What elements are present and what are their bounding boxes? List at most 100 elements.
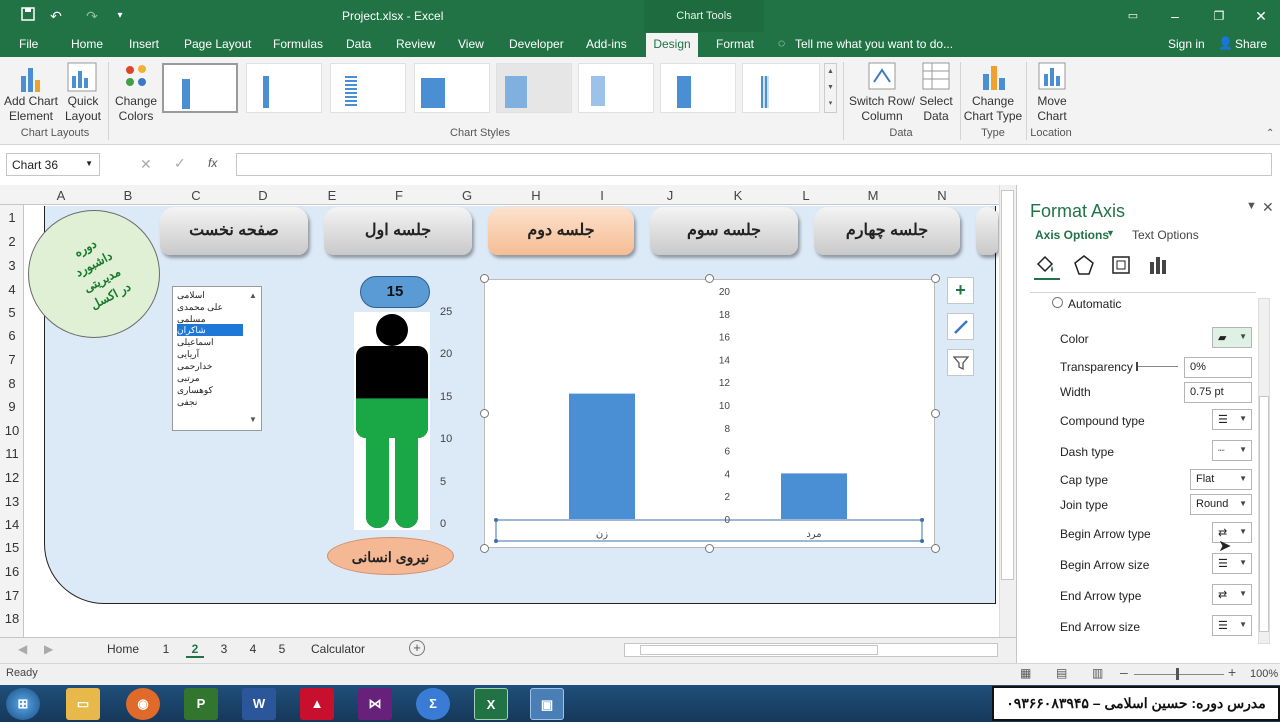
tab-formulas[interactable]: Formulas — [273, 37, 323, 51]
column-header[interactable]: G — [457, 188, 477, 203]
chart-filter-icon[interactable] — [947, 349, 974, 376]
project-icon[interactable]: P — [184, 688, 218, 720]
sheet-tab-1[interactable]: 1 — [158, 642, 174, 656]
normal-view-icon[interactable]: ▦ — [1020, 666, 1031, 680]
chart-bar[interactable] — [569, 393, 635, 519]
nav-session-2-button[interactable]: جلسه دوم — [488, 207, 634, 255]
sheet-tab-3[interactable]: 3 — [216, 642, 232, 656]
scroll-thumb[interactable] — [1001, 190, 1014, 580]
list-item[interactable]: کوهساری — [177, 384, 243, 396]
row-header[interactable]: 12 — [0, 470, 24, 485]
formula-input[interactable] — [236, 153, 1272, 176]
resize-handle[interactable] — [931, 409, 940, 418]
list-item[interactable]: آریایی — [177, 348, 243, 360]
resize-handle[interactable] — [705, 274, 714, 283]
row-header[interactable]: 3 — [0, 258, 24, 273]
list-item[interactable]: اسلامی — [177, 289, 243, 301]
change-chart-type-button[interactable]: Change Chart Type — [962, 94, 1024, 124]
chart-bar[interactable] — [781, 473, 847, 519]
cancel-icon[interactable]: ✕ — [140, 156, 152, 173]
column-header[interactable]: I — [592, 188, 612, 203]
tab-review[interactable]: Review — [396, 37, 435, 51]
ribbon-display-icon[interactable]: ▭ — [1122, 6, 1144, 26]
windows-start-icon[interactable]: ⊞ — [6, 688, 40, 720]
page-break-view-icon[interactable]: ▥ — [1092, 666, 1103, 680]
scroll-down-icon[interactable]: ▼ — [249, 415, 257, 424]
row-header[interactable]: 7 — [0, 352, 24, 367]
sheet-tab-calculator[interactable]: Calculator — [305, 642, 371, 656]
tab-home[interactable]: Home — [71, 37, 103, 51]
sheet-tab-home[interactable]: Home — [104, 642, 142, 656]
list-item[interactable]: علی محمدی — [177, 301, 243, 313]
chart-elements-button[interactable]: + — [947, 277, 974, 304]
tab-format[interactable]: Format — [716, 37, 754, 51]
sheet-tab-2[interactable]: 2 — [186, 642, 204, 658]
row-header[interactable]: 9 — [0, 399, 24, 414]
page-layout-view-icon[interactable]: ▤ — [1056, 666, 1067, 680]
axis-selection-handle[interactable] — [494, 539, 498, 543]
cap-type-value[interactable]: Flat — [1196, 473, 1214, 485]
row-header[interactable]: 10 — [0, 423, 24, 438]
column-header[interactable]: B — [118, 188, 138, 203]
transparency-input[interactable]: 0% — [1184, 357, 1252, 378]
join-type-value[interactable]: Round — [1196, 498, 1228, 510]
visual-studio-icon[interactable]: ⋈ — [358, 688, 392, 720]
pane-close-icon[interactable]: ✕ — [1262, 199, 1274, 216]
zoom-slider[interactable] — [1134, 674, 1224, 675]
tab-developer[interactable]: Developer — [509, 37, 564, 51]
transparency-slider-thumb[interactable] — [1136, 362, 1138, 371]
chart-style-3[interactable] — [330, 63, 406, 113]
column-header[interactable]: D — [253, 188, 273, 203]
select-data-button[interactable]: Select Data — [916, 94, 956, 124]
restore-icon[interactable]: ❐ — [1208, 6, 1230, 26]
compound-type-dropdown[interactable]: ☰ ▼ — [1212, 409, 1252, 430]
name-box[interactable]: Chart 36 ▼ — [6, 153, 100, 176]
row-header[interactable]: 13 — [0, 494, 24, 509]
word-icon[interactable]: W — [242, 688, 276, 720]
column-header[interactable]: M — [863, 188, 883, 203]
firefox-icon[interactable]: ◉ — [126, 688, 160, 720]
next-sheet-icon[interactable]: ▶ — [44, 642, 53, 656]
share-button[interactable]: Share — [1235, 37, 1267, 51]
axis-options-icon[interactable] — [1148, 254, 1170, 279]
column-header[interactable]: C — [186, 188, 206, 203]
quick-layout-button[interactable]: Quick Layout — [62, 94, 104, 124]
resize-handle[interactable] — [931, 544, 940, 553]
chart-style-1[interactable] — [162, 63, 238, 113]
chart-style-7[interactable] — [660, 63, 736, 113]
autocad-icon[interactable]: ▲ — [300, 688, 334, 720]
zoom-slider-thumb[interactable] — [1176, 668, 1179, 680]
axis-selection-handle[interactable] — [920, 539, 924, 543]
chart-styles-brush-icon[interactable] — [947, 313, 974, 340]
nav-session-4-button[interactable]: جلسه چهارم — [814, 207, 960, 255]
column-header[interactable]: K — [728, 188, 748, 203]
nav-home-button[interactable]: صفحه نخست — [160, 207, 308, 255]
collapse-ribbon-icon[interactable]: ⌃ — [1266, 128, 1274, 139]
nav-more-button[interactable] — [976, 207, 998, 255]
minimize-icon[interactable]: – — [1164, 6, 1186, 26]
list-item[interactable]: اسماعیلی — [177, 336, 243, 348]
row-header[interactable]: 11 — [0, 446, 24, 461]
row-header[interactable]: 15 — [0, 540, 24, 555]
nav-session-3-button[interactable]: جلسه سوم — [650, 207, 798, 255]
tab-design[interactable]: Design — [646, 33, 698, 57]
tab-insert[interactable]: Insert — [129, 37, 159, 51]
text-options-tab[interactable]: Text Options — [1132, 228, 1199, 242]
pane-options-icon[interactable]: ▼ — [1246, 200, 1257, 212]
row-header[interactable]: 1 — [0, 210, 24, 225]
sheet-tab-4[interactable]: 4 — [245, 642, 261, 656]
row-header[interactable]: 6 — [0, 328, 24, 343]
row-header[interactable]: 4 — [0, 282, 24, 297]
chart-style-6[interactable] — [578, 63, 654, 113]
column-header[interactable]: A — [51, 188, 71, 203]
list-item[interactable]: نجفی — [177, 396, 243, 408]
tab-view[interactable]: View — [458, 37, 484, 51]
save-icon[interactable] — [18, 6, 38, 26]
sheet-tab-5[interactable]: 5 — [274, 642, 290, 656]
chevron-down-icon[interactable]: ▼ — [1106, 228, 1115, 238]
tab-add-ins[interactable]: Add-ins — [586, 37, 627, 51]
close-icon[interactable]: ✕ — [1250, 6, 1272, 26]
screen-capture-icon[interactable]: ▣ — [530, 688, 564, 720]
end-arrow-type-dropdown[interactable]: ⇄ ▼ — [1212, 584, 1252, 605]
fill-line-icon[interactable] — [1034, 254, 1060, 280]
